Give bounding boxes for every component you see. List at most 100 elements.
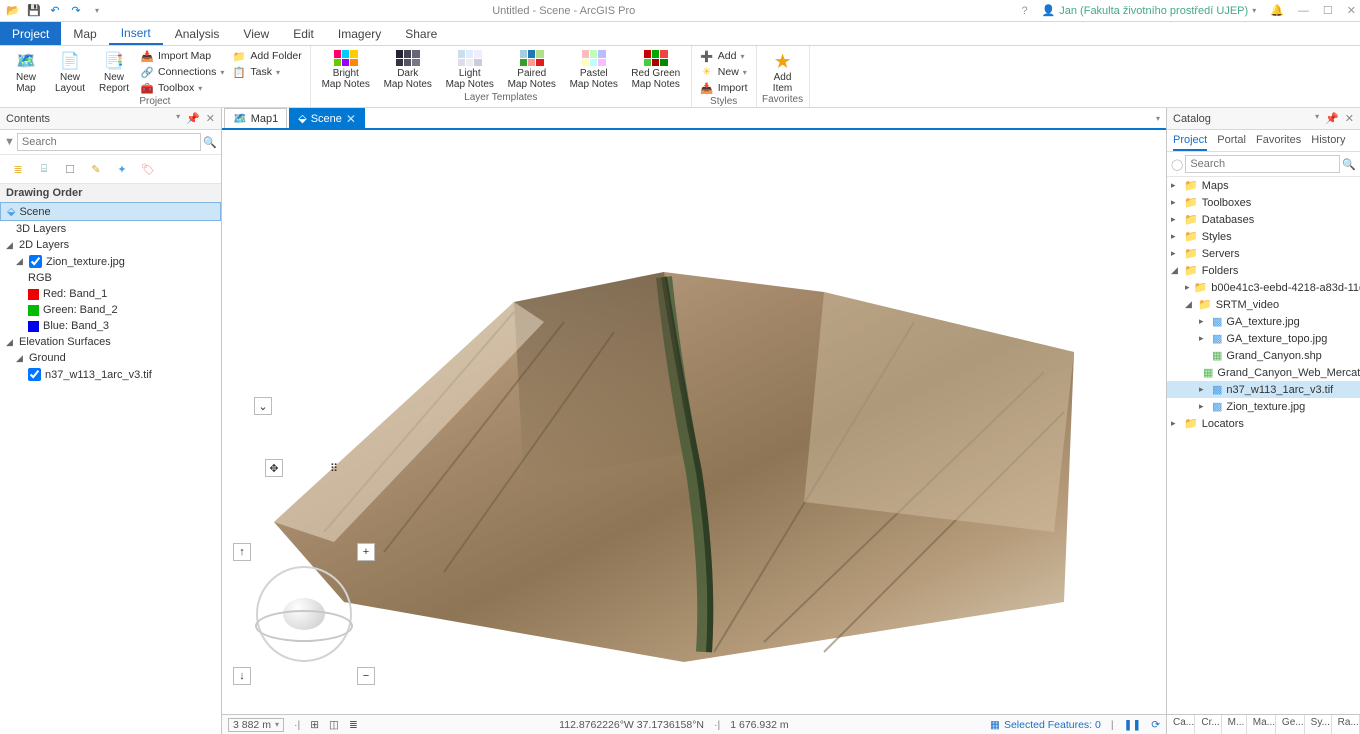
connections-button[interactable]: 🔗Connections▾ [136,64,228,80]
catalog-bottom-tab[interactable]: Sy... [1305,715,1332,734]
layer-template-button[interactable]: Dark Map Notes [381,48,435,90]
styles-add-button[interactable]: ➕Add▾ [696,48,752,64]
collapse-icon[interactable]: ◢ [6,337,15,348]
list-by-labeling-icon[interactable]: 🏷 [138,159,158,179]
contents-scene-node[interactable]: ⬙Scene [0,202,221,221]
ribbon-tab-project[interactable]: Project [0,22,61,45]
catalog-node[interactable]: ▸📁Maps [1167,177,1360,194]
undo-icon[interactable]: ↶ [46,2,64,20]
catalog-tab-project[interactable]: Project [1173,134,1207,151]
catalog-folders-node[interactable]: ◢📁Folders [1167,262,1360,279]
filter-icon[interactable]: ▼ [4,136,15,148]
view-tabs-more-icon[interactable]: ▾ [1156,114,1166,123]
import-map-button[interactable]: 📥Import Map [136,48,228,64]
list-by-editing-icon[interactable]: ✎ [86,159,106,179]
catalog-node[interactable]: ▸📁Styles [1167,228,1360,245]
ribbon-tab-edit[interactable]: Edit [281,22,326,45]
minimize-button[interactable]: — [1298,5,1309,17]
status-grid-icon[interactable]: ≣ [349,719,358,731]
status-selected-features[interactable]: ▦Selected Features: 0 [990,719,1101,731]
catalog-node[interactable]: ▸📁Databases [1167,211,1360,228]
contents-3d-layers-node[interactable]: 3D Layers [0,221,221,237]
close-icon[interactable]: ✕ [346,112,356,126]
expand-icon[interactable]: ▸ [1171,248,1180,259]
collapse-icon[interactable]: ◢ [16,353,25,364]
catalog-file[interactable]: ▦Grand_Canyon_Web_Mercator.shp [1167,364,1360,381]
contents-elevation-surfaces-node[interactable]: ◢Elevation Surfaces [0,334,221,350]
status-pause-icon[interactable]: ❚❚ [1124,719,1142,731]
catalog-node[interactable]: ▸📁Servers [1167,245,1360,262]
catalog-folder[interactable]: ◢📁SRTM_video [1167,296,1360,313]
status-constraints-icon[interactable]: ⊞ [310,719,319,731]
catalog-file[interactable]: ▸▩GA_texture_topo.jpg [1167,330,1360,347]
search-icon[interactable]: 🔍 [203,136,217,149]
ribbon-tab-insert[interactable]: Insert [109,22,163,45]
ribbon-tab-imagery[interactable]: Imagery [326,22,393,45]
catalog-folder[interactable]: ▸📁b00e41c3-eebd-4218-a83d-11daac45 [1167,279,1360,296]
layer-visibility-checkbox[interactable] [28,368,41,381]
layer-template-button[interactable]: Bright Map Notes [319,48,373,90]
catalog-bottom-tab[interactable]: Cr... [1195,715,1221,734]
expand-icon[interactable]: ▸ [1171,214,1180,225]
add-favorite-button[interactable]: ★ Add Item [761,48,805,94]
catalog-bottom-tab[interactable]: Ma... [1247,715,1276,734]
catalog-file[interactable]: ▸▩n37_w113_1arc_v3.tif [1167,381,1360,398]
layer-template-button[interactable]: Paired Map Notes [505,48,559,90]
catalog-file[interactable]: ▦Grand_Canyon.shp [1167,347,1360,364]
pane-dropdown-icon[interactable]: ▾ [176,112,180,125]
catalog-tab-history[interactable]: History [1311,134,1345,151]
expand-icon[interactable]: ▸ [1199,401,1208,412]
contents-ground-node[interactable]: ◢Ground [0,350,221,366]
catalog-bottom-tab[interactable]: Ge... [1276,715,1305,734]
nav-zoom-out-button[interactable]: − [357,667,375,685]
ribbon-tab-view[interactable]: View [231,22,281,45]
maximize-button[interactable]: ☐ [1323,4,1333,17]
contents-2d-layers-node[interactable]: ◢2D Layers [0,237,221,253]
pane-dropdown-icon[interactable]: ▾ [1315,112,1319,125]
styles-import-button[interactable]: 📥Import [696,80,752,96]
catalog-tab-portal[interactable]: Portal [1217,134,1246,151]
expand-icon[interactable]: ▸ [1199,316,1208,327]
pane-close-icon[interactable]: ✕ [206,112,215,125]
expand-icon[interactable]: ▸ [1171,418,1180,429]
back-icon[interactable]: ◯ [1171,158,1183,171]
catalog-bottom-tab[interactable]: M... [1222,715,1247,734]
expand-icon[interactable]: ▸ [1199,333,1208,344]
collapse-icon[interactable]: ◢ [16,256,25,267]
pane-close-icon[interactable]: ✕ [1345,112,1354,125]
layer-template-button[interactable]: Pastel Map Notes [567,48,621,90]
close-button[interactable]: ✕ [1347,4,1356,17]
redo-icon[interactable]: ↷ [67,2,85,20]
expand-icon[interactable]: ◢ [1185,299,1194,310]
list-by-selection-icon[interactable]: ☐ [60,159,80,179]
nav-full-extent-button[interactable]: ✥ [265,459,283,477]
open-icon[interactable]: 📂 [4,2,22,20]
nav-zoom-in-button[interactable]: + [357,543,375,561]
pane-pin-icon[interactable]: 📌 [1325,112,1339,125]
catalog-locators-node[interactable]: ▸📁Locators [1167,415,1360,432]
expand-icon[interactable]: ▸ [1185,282,1190,293]
nav-globe[interactable] [256,566,352,662]
layer-visibility-checkbox[interactable] [29,255,42,268]
task-button[interactable]: 📋Task▾ [228,64,305,80]
ribbon-tab-analysis[interactable]: Analysis [163,22,232,45]
expand-icon[interactable]: ▸ [1171,231,1180,242]
catalog-file[interactable]: ▸▩Zion_texture.jpg [1167,398,1360,415]
new-map-button[interactable]: 🗺️ New Map [4,48,48,94]
user-account[interactable]: 👤 Jan (Fakulta životního prostředí UJEP)… [1042,4,1257,17]
layer-template-button[interactable]: Light Map Notes [443,48,497,90]
nav-up-button[interactable]: ↑ [233,543,251,561]
new-report-button[interactable]: 📑 New Report [92,48,136,94]
ribbon-tab-share[interactable]: Share [393,22,449,45]
expand-icon[interactable]: ◢ [1171,265,1180,276]
scale-selector[interactable]: 3 882 m▾ [228,718,284,732]
contents-search-input[interactable] [17,133,201,151]
qat-more-icon[interactable]: ▾ [88,2,106,20]
expand-icon[interactable]: ▸ [1171,180,1180,191]
new-layout-button[interactable]: 📄 New Layout [48,48,92,94]
status-snapping-icon[interactable]: ◫ [329,719,339,731]
list-by-snapping-icon[interactable]: ✦ [112,159,132,179]
expand-icon[interactable]: ▸ [1199,384,1208,395]
catalog-bottom-tab[interactable]: Ra... [1332,715,1360,734]
catalog-file[interactable]: ▸▩GA_texture.jpg [1167,313,1360,330]
